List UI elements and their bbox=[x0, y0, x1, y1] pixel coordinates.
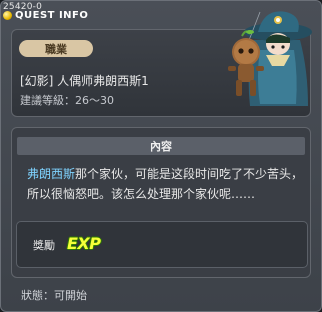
title-bar[interactable]: QUEST INFO bbox=[3, 10, 88, 21]
quest-content-panel: 內容 弗朗西斯那个家伙，可能是这段时间吃了不少苦头，所以很恼怒吧。该怎么处理那个… bbox=[11, 127, 311, 278]
window-title: QUEST INFO bbox=[15, 10, 89, 21]
quest-header-panel: 職業 [幻影] 人偶师弗朗西斯1 建議等級：26～30 bbox=[11, 11, 312, 117]
npc-name-highlight: 弗朗西斯 bbox=[27, 167, 76, 181]
exp-icon: EXP bbox=[67, 234, 101, 253]
content-section-title: 內容 bbox=[17, 137, 305, 155]
francis-puppeteer-npc-icon bbox=[228, 11, 312, 106]
quest-name: [幻影] 人偶师弗朗西斯1 bbox=[20, 74, 149, 88]
recommended-level: 建議等級：26～30 bbox=[20, 94, 114, 107]
reward-label: 獎勵 bbox=[33, 239, 55, 252]
job-badge: 職業 bbox=[19, 40, 93, 57]
quest-info-icon bbox=[3, 11, 12, 20]
reward-panel: 獎勵 EXP bbox=[16, 221, 308, 268]
quest-info-window: 25420-0 QUEST INFO 職業 [幻影] 人偶师弗朗西斯1 建議等級… bbox=[0, 0, 322, 312]
quest-status: 狀態：可開始 bbox=[21, 289, 87, 302]
quest-description: 弗朗西斯那个家伙，可能是这段时间吃了不少苦头，所以很恼怒吧。该怎么处理那个家伙呢… bbox=[27, 164, 307, 204]
